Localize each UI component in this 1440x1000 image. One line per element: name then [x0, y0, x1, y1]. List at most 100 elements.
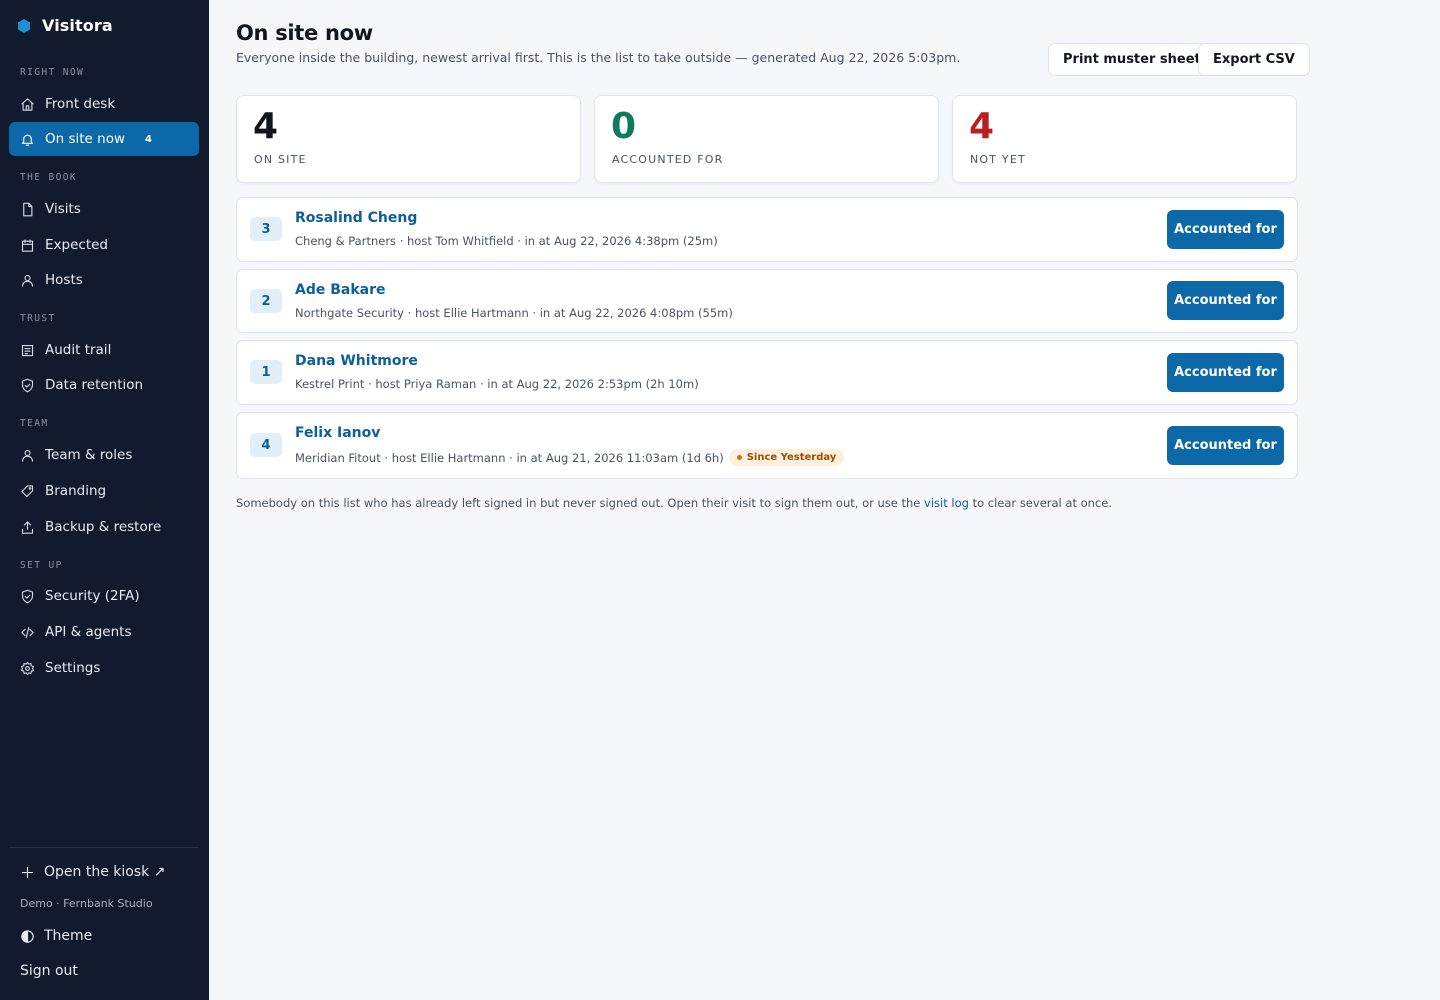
stat-card-accounted-for: 0 ACCOUNTED FOR: [594, 95, 939, 183]
since-yesterday-label: Since Yesterday: [746, 452, 837, 463]
sidebar-item-visits[interactable]: Visits: [9, 192, 199, 226]
stat-label: ACCOUNTED FOR: [612, 153, 724, 166]
open-kiosk-link[interactable]: Open the kiosk ↗: [20, 864, 165, 880]
stat-label: NOT YET: [970, 153, 1026, 166]
visitor-meta: Cheng & Partners · host Tom Whitfield · …: [295, 234, 718, 248]
footnote-text-before: Somebody on this list who has already le…: [236, 496, 925, 510]
list-icon: [21, 344, 34, 356]
accounted-for-button[interactable]: Accounted for: [1167, 353, 1284, 392]
sidebar-item-on-site-now[interactable]: On site now 4: [9, 122, 199, 156]
half-circle-icon: [21, 929, 34, 943]
stat-card-not-yet: 4 NOT YET: [952, 95, 1297, 183]
visitor-meta: Meridian Fitout · host Ellie Hartmann · …: [295, 449, 845, 466]
code-icon: [21, 626, 34, 638]
visitor-name-link[interactable]: Ade Bakare: [295, 282, 386, 298]
open-kiosk-label: Open the kiosk ↗: [44, 864, 166, 880]
sidebar-item-audit-trail[interactable]: Audit trail: [9, 333, 199, 367]
visitor-meta-text: Kestrel Print · host Priya Raman · in at…: [295, 377, 699, 391]
sidebar-item-branding[interactable]: Branding: [9, 474, 199, 508]
sidebar-item-expected[interactable]: Expected: [9, 228, 199, 262]
home-icon: [21, 97, 34, 111]
visitor-row: 1 Dana Whitmore Kestrel Print · host Pri…: [236, 340, 1298, 405]
shield-check-icon: [21, 589, 34, 603]
accounted-for-button[interactable]: Accounted for: [1167, 281, 1284, 320]
visitor-row: 3 Rosalind Cheng Cheng & Partners · host…: [236, 197, 1298, 262]
file-icon: [23, 202, 33, 216]
section-label-set-up: SET UP: [20, 560, 63, 571]
sidebar-item-label: Audit trail: [45, 342, 112, 358]
sidebar-item-team-roles[interactable]: Team & roles: [9, 438, 199, 472]
sidebar-item-front-desk[interactable]: Front desk: [9, 87, 199, 121]
visitor-name-link[interactable]: Rosalind Cheng: [295, 210, 417, 226]
visitor-meta: Northgate Security · host Ellie Hartmann…: [295, 306, 733, 320]
page-subtitle: Everyone inside the building, newest arr…: [236, 50, 961, 65]
visitor-meta: Kestrel Print · host Priya Raman · in at…: [295, 377, 699, 391]
visitor-number: 3: [250, 217, 282, 241]
visitor-meta-text: Meridian Fitout · host Ellie Hartmann · …: [295, 450, 724, 465]
sign-out-link[interactable]: Sign out: [20, 963, 78, 979]
sidebar-item-label: Team & roles: [45, 447, 133, 463]
sidebar-item-label: Backup & restore: [45, 519, 162, 535]
sidebar-item-label: Hosts: [45, 272, 83, 288]
tag-icon: [21, 484, 34, 497]
user-icon: [21, 449, 34, 462]
demo-workspace-label: Demo · Fernbank Studio: [20, 897, 153, 910]
stat-value: 4: [253, 106, 279, 147]
shield-check-icon: [21, 378, 34, 392]
sidebar-item-label: On site now: [45, 131, 126, 147]
sidebar-item-label: Data retention: [45, 377, 144, 393]
sidebar-item-label: API & agents: [45, 624, 132, 640]
export-csv-button[interactable]: Export CSV: [1198, 43, 1310, 76]
page-title: On site now: [236, 21, 373, 45]
section-label-trust: TRUST: [20, 313, 56, 324]
visitor-meta-text: Cheng & Partners · host Tom Whitfield · …: [295, 234, 718, 248]
warning-dot-icon: [736, 455, 742, 460]
sidebar-item-security[interactable]: Security (2FA): [9, 579, 199, 613]
visitor-name-link[interactable]: Dana Whitmore: [295, 353, 418, 369]
footnote-text-after: to clear several at once.: [968, 496, 1112, 510]
accounted-for-button[interactable]: Accounted for: [1167, 426, 1284, 465]
since-yesterday-badge: Since Yesterday: [728, 449, 845, 466]
stat-value: 4: [969, 106, 995, 147]
upload-icon: [21, 520, 34, 534]
visitor-number: 2: [250, 289, 282, 313]
bell-icon: [21, 134, 34, 146]
accounted-for-button[interactable]: Accounted for: [1167, 210, 1284, 249]
plus-icon: [21, 866, 34, 878]
sidebar-item-label: Visits: [45, 201, 81, 217]
theme-label: Theme: [44, 928, 93, 944]
sign-out-label: Sign out: [20, 963, 78, 979]
sidebar-item-hosts[interactable]: Hosts: [9, 263, 199, 297]
visitor-row: 4 Felix Ianov Meridian Fitout · host Ell…: [236, 412, 1298, 479]
sidebar: Visitora RIGHT NOW Front desk On site no…: [0, 0, 209, 1000]
visitor-number: 4: [250, 433, 282, 457]
visitor-meta-text: Northgate Security · host Ellie Hartmann…: [295, 306, 733, 320]
section-label-the-book: THE BOOK: [20, 172, 77, 183]
stat-label: ON SITE: [254, 153, 307, 166]
gear-icon: [21, 661, 34, 675]
calendar-icon: [21, 238, 34, 252]
sidebar-item-label: Expected: [45, 237, 108, 253]
visitor-row: 2 Ade Bakare Northgate Security · host E…: [236, 269, 1298, 333]
sidebar-item-data-retention[interactable]: Data retention: [9, 368, 199, 402]
sidebar-item-label: Security (2FA): [45, 588, 140, 604]
visitor-number: 1: [250, 360, 282, 384]
section-label-team: TEAM: [20, 418, 49, 429]
sidebar-item-settings[interactable]: Settings: [9, 651, 199, 685]
sidebar-item-backup-restore[interactable]: Backup & restore: [9, 510, 199, 544]
brand-logo-icon: [18, 18, 30, 33]
print-muster-sheet-button[interactable]: Print muster sheet: [1048, 43, 1216, 76]
sidebar-item-label: Front desk: [45, 96, 116, 112]
theme-toggle[interactable]: Theme: [20, 928, 92, 944]
footnote: Somebody on this list who has already le…: [236, 496, 1112, 510]
visit-log-link[interactable]: visit log: [924, 496, 969, 510]
on-site-count-badge: 4: [145, 133, 152, 145]
sidebar-item-label: Settings: [45, 660, 101, 676]
visitor-name-link[interactable]: Felix Ianov: [295, 425, 380, 441]
brand[interactable]: Visitora: [16, 16, 113, 35]
section-label-right-now: RIGHT NOW: [20, 67, 85, 78]
sidebar-item-label: Branding: [45, 483, 107, 499]
sidebar-item-api-agents[interactable]: API & agents: [9, 615, 199, 649]
stat-value: 0: [611, 106, 637, 147]
user-icon: [21, 274, 34, 287]
